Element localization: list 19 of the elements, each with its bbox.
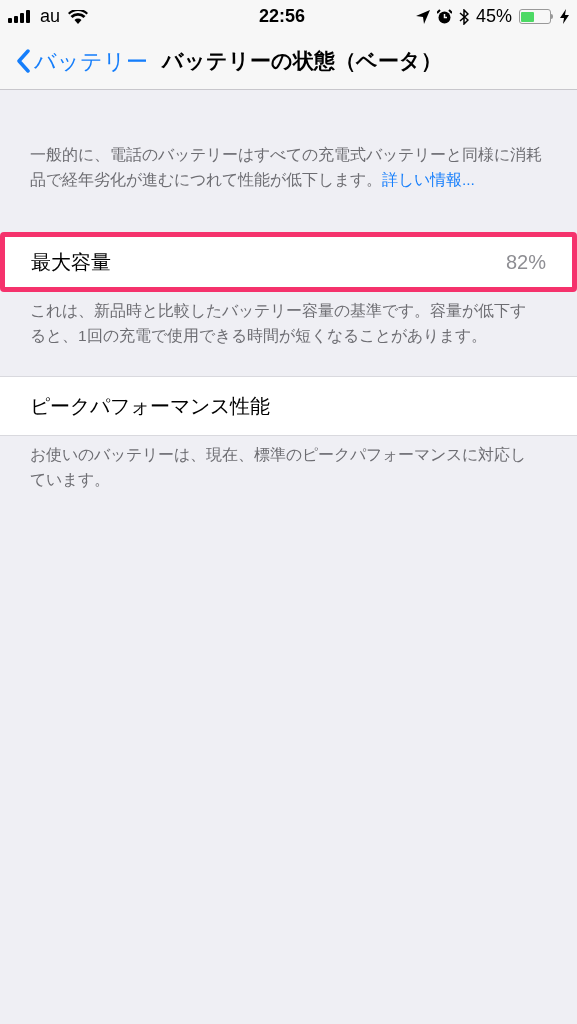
clock-time: 22:56 <box>258 5 305 28</box>
footer-text: お使いのバッテリーは、現在、標準のピークパフォーマンスに対応しています。 <box>29 445 527 490</box>
more-info-link[interactable]: 詳しい情報... <box>382 171 475 188</box>
wifi-icon <box>68 9 89 24</box>
bluetooth-icon <box>458 8 469 25</box>
footer-text: これは、新品時と比較したバッテリー容量の基準です。容量が低下すると、1回の充電で使用できる時間が短くなることがあります。 <box>29 301 527 346</box>
back-chevron-icon <box>16 49 30 73</box>
page-title: バッテリーの状態（ベータ） <box>162 48 442 75</box>
row-label: 最大容量 <box>31 250 111 275</box>
carrier-name: au <box>40 5 61 28</box>
battery-percentage: 45% <box>475 5 512 28</box>
signal-icon <box>8 10 32 23</box>
battery-icon <box>519 9 553 24</box>
back-button[interactable]: バッテリー <box>16 44 148 78</box>
row-label: ピークパフォーマンス性能 <box>30 394 270 419</box>
description-text: 一般的に、電話のバッテリーはすべての充電式バッテリーと同様に消耗品で経年劣化が進むにつれて性能が低下します。詳しい情報... <box>30 145 543 190</box>
location-arrow-icon <box>415 9 430 24</box>
alarm-clock-icon <box>436 9 452 24</box>
row-value: 82% <box>505 250 546 275</box>
